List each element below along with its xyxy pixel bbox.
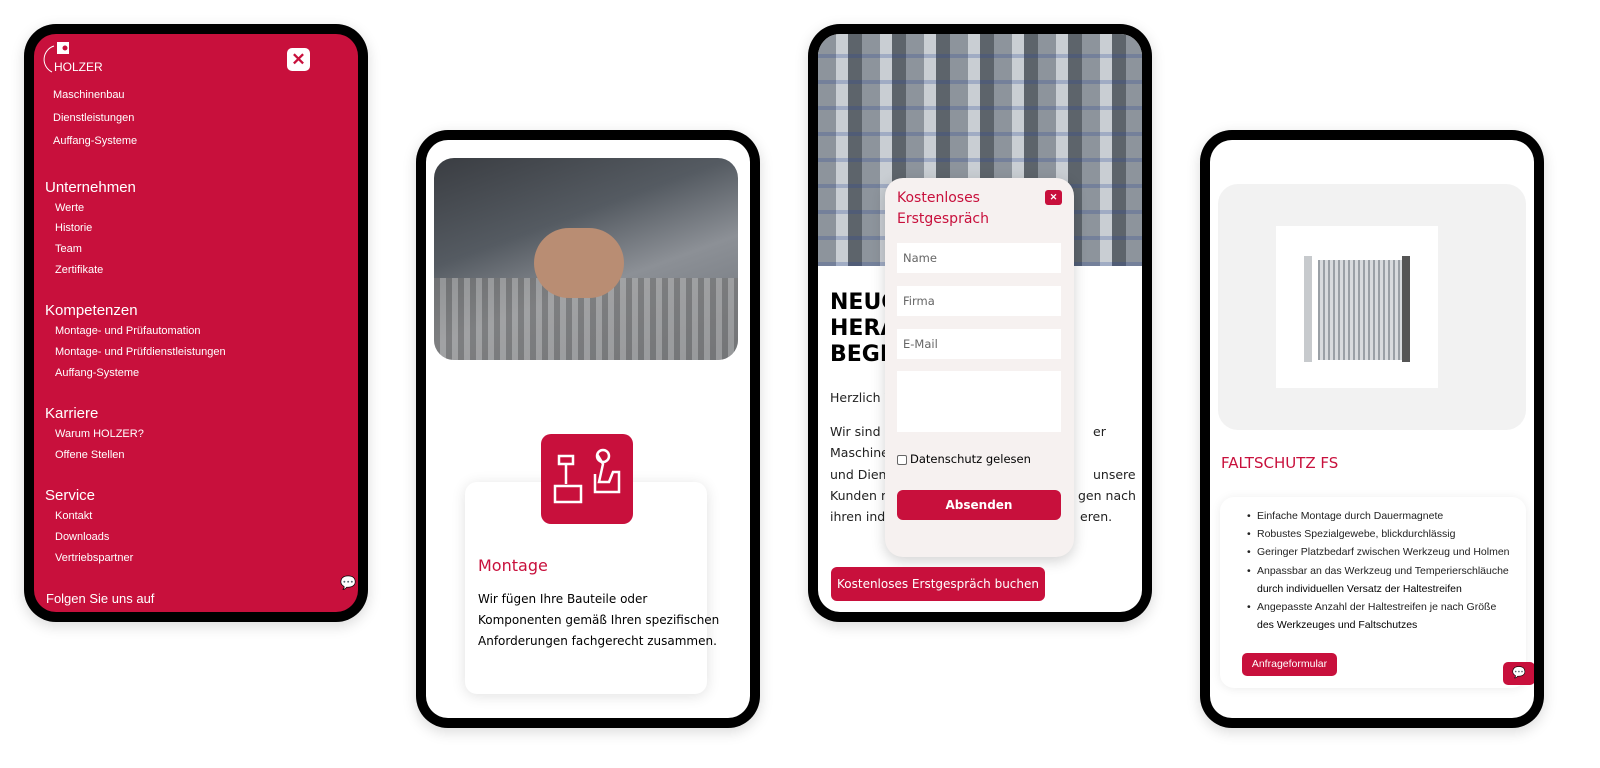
phone-product: FALTSCHUTZ FS Einfache Montage durch Dau…	[1200, 130, 1544, 728]
menu-item-dienstleistungen[interactable]: Dienstleistungen	[53, 112, 134, 124]
menu-subitem[interactable]: Zertifikate	[55, 264, 103, 276]
book-consultation-button[interactable]: Kostenloses Erstgespräch buchen	[831, 567, 1045, 601]
close-menu-button[interactable]: ✕	[287, 48, 310, 71]
menu-subitem[interactable]: Werte	[55, 202, 84, 214]
montage-screen: Montage Wir fügen Ihre Bauteile oder Kom…	[426, 140, 750, 718]
submit-button[interactable]: Absenden	[897, 490, 1061, 520]
product-screen: FALTSCHUTZ FS Einfache Montage durch Dau…	[1210, 140, 1534, 718]
card-title: Montage	[478, 556, 548, 575]
company-input[interactable]: Firma	[897, 286, 1061, 316]
feature-item-continued: des Werkzeuges und Faltschutzes	[1257, 619, 1418, 631]
menu-screen: HOLZER ✕ Maschinenbau Dienstleistungen A…	[34, 34, 358, 612]
menu-subitem[interactable]: Warum HOLZER?	[55, 428, 144, 440]
social-follow-label: Folgen Sie uns auf	[46, 591, 155, 606]
modal-title: Erstgespräch	[897, 211, 989, 227]
menu-subitem[interactable]: Historie	[55, 222, 92, 234]
menu-subitem[interactable]: Offene Stellen	[55, 449, 125, 461]
card-text-line: Anforderungen fachgerecht zusammen.	[478, 634, 717, 648]
product-image-panel	[1218, 184, 1526, 430]
inquiry-form-button[interactable]: Anfrageformular	[1242, 653, 1337, 676]
chat-icon: 💬	[1512, 667, 1526, 679]
menu-heading-kompetenzen[interactable]: Kompetenzen	[45, 302, 138, 319]
menu-item-maschinenbau[interactable]: Maschinenbau	[53, 89, 125, 101]
menu-item-auffang-systeme[interactable]: Auffang-Systeme	[53, 135, 137, 147]
feature-item: Einfache Montage durch Dauermagnete	[1247, 510, 1443, 522]
modal-close-button[interactable]: ✕	[1045, 190, 1062, 205]
worker-assembly-image	[434, 158, 738, 360]
menu-subitem[interactable]: Vertriebspartner	[55, 552, 133, 564]
card-text-line: Wir fügen Ihre Bauteile oder	[478, 592, 648, 606]
feature-item: Robustes Spezialgewebe, blickdurchlässig	[1247, 528, 1455, 540]
name-input[interactable]: Name	[897, 243, 1061, 273]
para-line: unsere	[1093, 467, 1136, 482]
feature-item: Geringer Platzbedarf zwischen Werkzeug u…	[1247, 546, 1509, 558]
contact-modal: Kostenloses Erstgespräch ✕ Name Firma E-…	[885, 178, 1074, 557]
menu-subitem[interactable]: Montage- und Prüfdienstleistungen	[55, 346, 226, 358]
holzer-logo[interactable]: HOLZER	[40, 40, 110, 76]
para-line: eren.	[1080, 509, 1113, 524]
assembly-tools-icon	[541, 434, 633, 524]
modal-title: Kostenloses	[897, 190, 980, 206]
logo-text: HOLZER	[54, 60, 103, 74]
phone-menu: HOLZER ✕ Maschinenbau Dienstleistungen A…	[24, 24, 368, 622]
close-icon: ✕	[1049, 192, 1058, 202]
chat-icon[interactable]: 💬	[340, 575, 356, 591]
menu-subitem[interactable]: Downloads	[55, 531, 109, 543]
product-image	[1276, 226, 1438, 388]
menu-subitem[interactable]: Montage- und Prüfautomation	[55, 325, 201, 337]
email-input[interactable]: E-Mail	[897, 329, 1061, 359]
privacy-label[interactable]: Datenschutz gelesen	[910, 452, 1031, 466]
card-text-line: Komponenten gemäß Ihren spezifischen	[478, 613, 720, 627]
para-line: und Diens	[830, 467, 893, 482]
menu-heading-karriere[interactable]: Karriere	[45, 405, 98, 422]
menu-heading-unternehmen[interactable]: Unternehmen	[45, 179, 136, 196]
close-icon: ✕	[291, 50, 306, 69]
para-line: er	[1093, 424, 1106, 439]
para-line: gen nach	[1078, 488, 1136, 503]
privacy-checkbox[interactable]	[897, 455, 907, 465]
phone-montage: Montage Wir fügen Ihre Bauteile oder Kom…	[416, 130, 760, 728]
feature-item: Anpassbar an das Werkzeug und Temperiers…	[1247, 565, 1509, 577]
message-textarea[interactable]	[897, 371, 1061, 432]
feature-item: Angepasste Anzahl der Haltestreifen je n…	[1247, 601, 1496, 613]
feature-item-continued: durch individuellen Versatz der Haltestr…	[1257, 583, 1462, 595]
menu-subitem[interactable]: Auffang-Systeme	[55, 367, 139, 379]
chat-button[interactable]: 💬	[1503, 662, 1534, 685]
para-line: Kunden m	[830, 488, 894, 503]
phone-contact: NEUG HERAU BEGEI Herzlich W Wir sind ei …	[808, 24, 1152, 622]
product-title: FALTSCHUTZ FS	[1221, 454, 1339, 472]
contact-screen: NEUG HERAU BEGEI Herzlich W Wir sind ei …	[818, 34, 1142, 612]
menu-subitem[interactable]: Kontakt	[55, 510, 92, 522]
menu-heading-service[interactable]: Service	[45, 487, 95, 504]
menu-subitem[interactable]: Team	[55, 243, 82, 255]
